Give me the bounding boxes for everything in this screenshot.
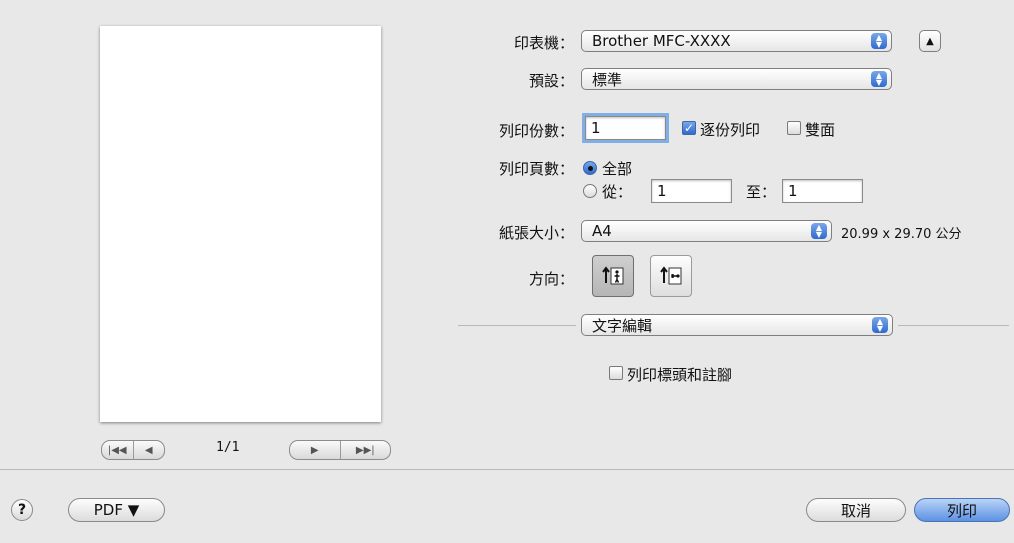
pages-from-label: 從： [602, 183, 633, 201]
printer-value: Brother MFC-XXXX [592, 32, 731, 50]
presets-value: 標準 [592, 70, 623, 89]
section-popup[interactable]: 文字編輯 ▲ ▼ [581, 314, 893, 336]
duplex-label: 雙面 [805, 121, 836, 139]
collate-checkbox[interactable]: ✓ [682, 121, 696, 135]
section-divider-right [898, 325, 1009, 326]
orientation-label: 方向： [528, 270, 574, 288]
last-page-icon[interactable]: ▶▶| [339, 441, 391, 459]
help-icon[interactable]: ? [11, 499, 33, 521]
pages-to-input[interactable]: 1 [782, 179, 863, 203]
landscape-orientation-button[interactable] [650, 255, 692, 297]
popup-arrows-icon: ▲ ▼ [871, 33, 887, 49]
paper-size-label: 紙張大小： [498, 224, 574, 242]
popup-arrows-icon: ▲ ▼ [811, 223, 827, 239]
pager-forward-buttons[interactable]: ▶ ▶▶| [289, 440, 391, 460]
page-indicator: 1/1 [216, 440, 240, 455]
portrait-orientation-icon [602, 266, 624, 285]
landscape-orientation-icon [660, 266, 682, 285]
copies-input[interactable]: 1 [582, 113, 669, 143]
cancel-button[interactable]: 取消 [806, 498, 906, 522]
popup-arrows-icon: ▲ ▼ [872, 317, 888, 333]
collate-label: 逐份列印 [700, 121, 761, 139]
pages-all-radio[interactable] [583, 161, 597, 175]
first-page-icon[interactable]: |◀◀ [102, 441, 133, 459]
footer-divider [0, 469, 1014, 470]
next-page-icon[interactable]: ▶ [290, 441, 340, 459]
pages-from-radio[interactable] [583, 184, 597, 198]
section-divider-left [458, 325, 576, 326]
duplex-checkbox[interactable] [787, 121, 801, 135]
copies-label: 列印份數： [498, 122, 574, 140]
printer-popup[interactable]: Brother MFC-XXXX ▲ ▼ [581, 30, 892, 52]
paper-dimensions: 20.99 x 29.70 公分 [841, 227, 962, 242]
presets-popup[interactable]: 標準 ▲ ▼ [581, 68, 892, 90]
pdf-button[interactable]: PDF ▼ [68, 498, 165, 522]
popup-arrows-icon: ▲ ▼ [871, 71, 887, 87]
header-footer-checkbox[interactable] [609, 366, 623, 380]
page-preview [100, 26, 381, 422]
portrait-orientation-button[interactable] [592, 255, 634, 297]
section-popup-value: 文字編輯 [592, 316, 653, 335]
disclosure-triangle-icon[interactable]: ▲ [919, 30, 941, 52]
pages-from-input[interactable]: 1 [651, 179, 732, 203]
paper-size-popup[interactable]: A4 ▲ ▼ [581, 220, 832, 242]
pager-back-buttons[interactable]: |◀◀ ◀ [101, 440, 165, 460]
previous-page-icon[interactable]: ◀ [132, 441, 165, 459]
paper-size-value: A4 [592, 222, 612, 240]
header-footer-label: 列印標頭和註腳 [627, 366, 733, 384]
pages-label: 列印頁數： [498, 160, 574, 178]
pages-all-label: 全部 [602, 160, 633, 178]
presets-label: 預設： [528, 72, 574, 90]
pages-to-label: 至： [746, 183, 777, 201]
print-button[interactable]: 列印 [914, 498, 1010, 522]
printer-label: 印表機： [513, 34, 574, 52]
